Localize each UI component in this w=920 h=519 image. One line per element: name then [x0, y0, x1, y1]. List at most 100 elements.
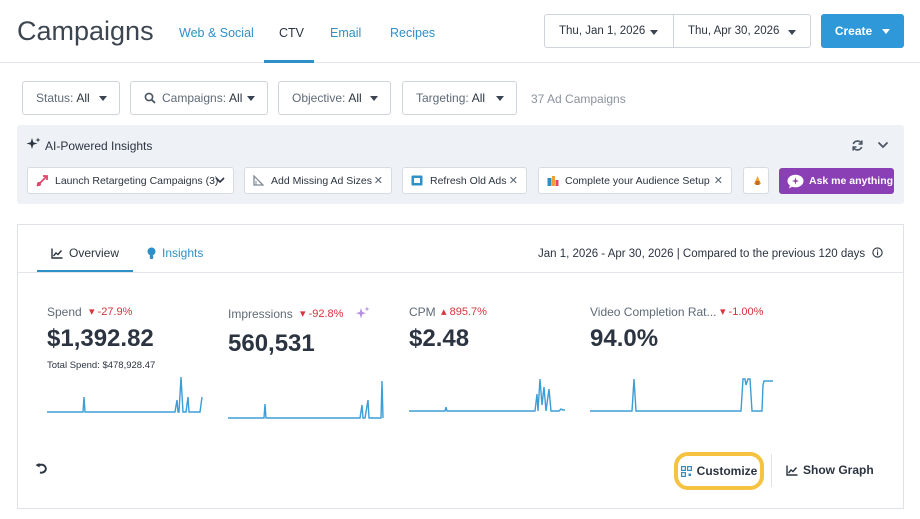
- show-graph-button[interactable]: Show Graph: [786, 463, 874, 477]
- status-filter-value: All: [76, 91, 90, 105]
- campaigns-filter-label: Campaigns:: [162, 91, 227, 105]
- campaign-count: 37 Ad Campaigns: [531, 92, 626, 106]
- tab-insights-label: Insights: [162, 246, 204, 260]
- divider: [771, 454, 772, 487]
- end-date-picker[interactable]: Thu, Apr 30, 2026: [673, 14, 811, 48]
- chip-refresh-old-ads[interactable]: Refresh Old Ads ✕: [402, 167, 527, 194]
- chip-label: Complete your Audience Setup: [565, 174, 710, 187]
- metric-impressions-delta-value: -92.8%: [308, 308, 344, 320]
- chevron-down-icon: [99, 96, 107, 101]
- megaphone-icon: [36, 174, 48, 187]
- page-title: Campaigns: [17, 16, 154, 46]
- chip-label: Add Missing Ad Sizes: [271, 174, 372, 187]
- line-chart-icon: [51, 248, 63, 259]
- metric-impressions-delta: ▾ -92.8%: [300, 308, 344, 320]
- metric-cpm-delta-value: 895.7%: [449, 306, 487, 318]
- active-tab-indicator: [264, 60, 314, 63]
- chip-overflow[interactable]: [743, 167, 769, 194]
- objective-filter-value: All: [348, 91, 362, 105]
- metric-vcr-delta: ▾ -1.00%: [720, 306, 764, 318]
- create-label: Create: [834, 24, 873, 38]
- targeting-filter-value: All: [471, 91, 486, 105]
- cpm-sparkline: [409, 378, 565, 412]
- spend-sparkline: [47, 376, 203, 413]
- create-button[interactable]: Create: [821, 14, 904, 48]
- chevron-down-icon: [788, 30, 796, 35]
- image-icon: [411, 175, 423, 186]
- metric-cpm-label: CPM: [409, 305, 436, 319]
- metric-impressions-value: 560,531: [228, 330, 315, 357]
- page-header: Campaigns Web & Social CTV Email Recipes…: [0, 0, 920, 63]
- customize-label: Customize: [696, 464, 758, 478]
- chip-launch-retargeting[interactable]: Launch Retargeting Campaigns (3): [27, 167, 234, 194]
- vcr-sparkline: [590, 378, 773, 412]
- metric-spend-label: Spend: [47, 305, 82, 319]
- end-date-label: Thu, Apr 30, 2026: [688, 25, 780, 37]
- close-icon[interactable]: ✕: [714, 174, 723, 187]
- chevron-down-icon[interactable]: [877, 141, 889, 150]
- ai-sparkle-icon[interactable]: [355, 306, 370, 321]
- chip-label: Refresh Old Ads: [430, 174, 507, 187]
- tab-ctv[interactable]: CTV: [279, 26, 304, 40]
- objective-filter-label: Objective:: [292, 91, 346, 105]
- targeting-filter[interactable]: Targeting: All: [402, 81, 517, 115]
- start-date-picker[interactable]: Thu, Jan 1, 2026: [544, 14, 674, 48]
- ask-me-anything-button[interactable]: Ask me anything: [779, 168, 894, 194]
- metric-spend-delta-value: -27.9%: [97, 306, 133, 318]
- grid-icon: [680, 465, 692, 477]
- campaigns-filter[interactable]: Campaigns: All: [130, 81, 268, 115]
- status-filter[interactable]: Status: All: [22, 81, 120, 115]
- spend-sparkline-line: [47, 376, 203, 413]
- lightbulb-icon: [147, 247, 156, 259]
- tab-insights[interactable]: Insights: [147, 246, 203, 260]
- metric-impressions-label: Impressions: [228, 307, 293, 321]
- line-chart-icon: [786, 465, 798, 476]
- bulb-icon: [754, 176, 761, 185]
- chip-label: Launch Retargeting Campaigns (3): [55, 174, 219, 187]
- metric-cpm-value: $2.48: [409, 325, 470, 352]
- metric-vcr-value: 94.0%: [590, 325, 659, 352]
- impressions-sparkline: [228, 380, 384, 419]
- chevron-down-icon: [496, 96, 504, 101]
- vcr-sparkline-line: [590, 378, 773, 412]
- card-tabs-divider: [18, 272, 903, 273]
- date-range-text: Jan 1, 2026 - Apr 30, 2026 | Compared to…: [538, 248, 866, 260]
- tab-overview-label: Overview: [69, 246, 120, 260]
- chevron-down-icon: [650, 30, 658, 35]
- tab-overview[interactable]: Overview: [51, 246, 119, 260]
- cpm-sparkline-line: [409, 378, 565, 412]
- metric-vcr-delta-value: -1.00%: [728, 306, 764, 318]
- search-icon: [144, 92, 156, 104]
- metric-cpm-delta: ▴ 895.7%: [441, 306, 487, 318]
- tab-web-social[interactable]: Web & Social: [179, 26, 254, 40]
- show-graph-label: Show Graph: [803, 463, 874, 477]
- date-range-comparison: Jan 1, 2026 - Apr 30, 2026 | Compared to…: [538, 247, 883, 260]
- targeting-filter-label: Targeting:: [416, 91, 469, 105]
- ai-insights-title: AI-Powered Insights: [45, 139, 153, 153]
- chip-complete-audience-setup[interactable]: Complete your Audience Setup ✕: [538, 167, 732, 194]
- metric-spend-total: Total Spend: $478,928.47: [47, 360, 156, 371]
- metric-spend-delta: ▾ -27.9%: [89, 306, 133, 318]
- objective-filter[interactable]: Objective: All: [278, 81, 391, 115]
- metric-vcr-label: Video Completion Rat...: [590, 305, 717, 319]
- audience-icon: [547, 176, 559, 186]
- close-icon[interactable]: ✕: [509, 174, 518, 187]
- chevron-down-icon: [882, 28, 891, 34]
- close-icon[interactable]: ✕: [374, 174, 383, 187]
- impressions-sparkline-line: [228, 380, 384, 419]
- chip-add-missing-ad-sizes[interactable]: Add Missing Ad Sizes ✕: [244, 167, 392, 194]
- status-filter-label: Status:: [36, 91, 74, 105]
- undo-icon[interactable]: [35, 462, 49, 474]
- refresh-icon[interactable]: [851, 139, 864, 152]
- chat-icon: [787, 174, 804, 188]
- campaigns-filter-value: All: [229, 91, 243, 105]
- chevron-down-icon: [370, 96, 378, 101]
- customize-button[interactable]: Customize: [674, 452, 764, 490]
- chevron-down-icon: [247, 96, 255, 101]
- tab-email[interactable]: Email: [330, 26, 361, 40]
- info-icon[interactable]: [872, 247, 883, 258]
- tab-recipes[interactable]: Recipes: [390, 26, 435, 40]
- start-date-label: Thu, Jan 1, 2026: [559, 25, 646, 37]
- sparkle-icon: [26, 137, 41, 149]
- chevron-down-icon: [215, 177, 225, 184]
